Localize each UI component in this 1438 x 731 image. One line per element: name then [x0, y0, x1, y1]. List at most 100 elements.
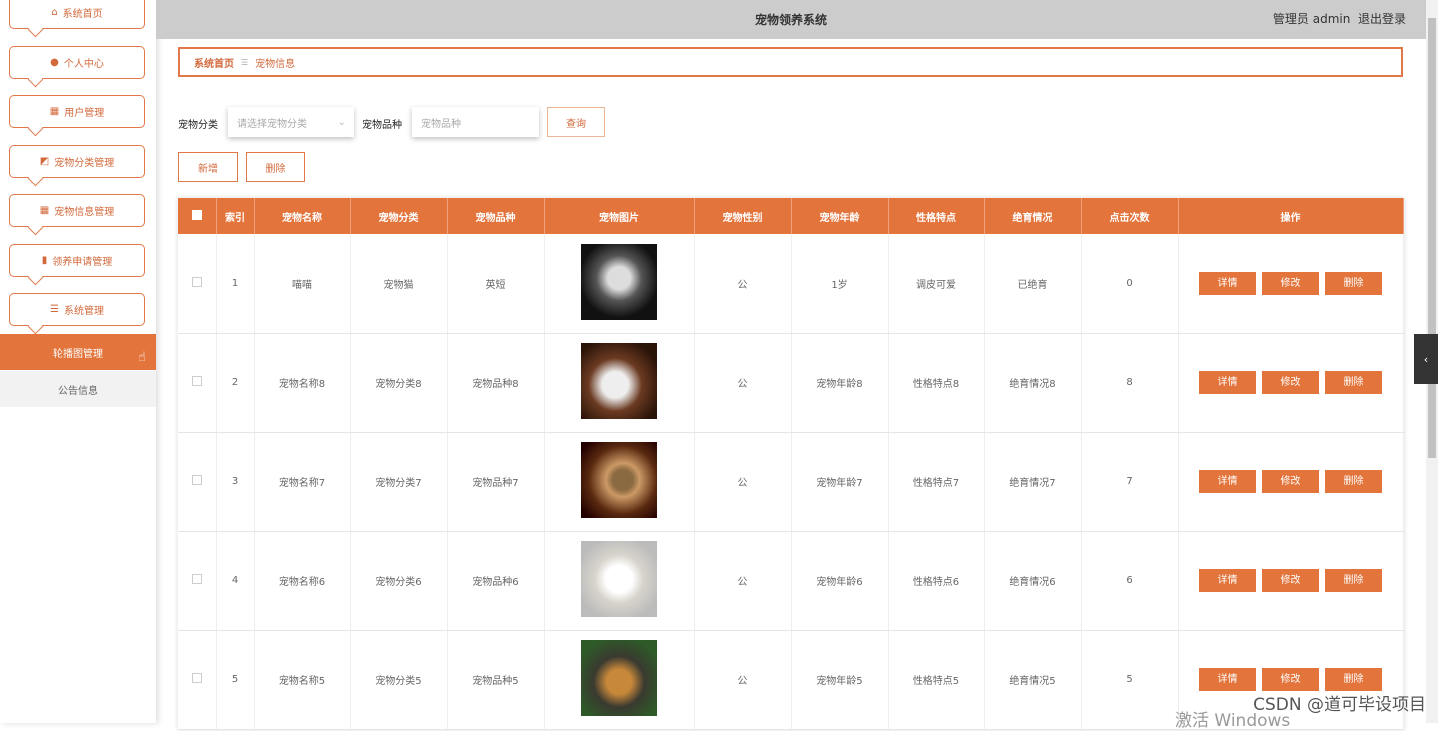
- sidebar-item-4[interactable]: ▦ 宠物信息管理: [9, 194, 145, 227]
- grid-icon: ▦: [49, 106, 60, 117]
- table-cell: 1岁: [791, 234, 889, 334]
- row-checkbox[interactable]: [178, 432, 217, 532]
- sub-item-label: 轮播图管理: [53, 348, 103, 360]
- table-cell: 公: [694, 333, 792, 433]
- breadcrumb-separator: ☰: [241, 57, 249, 67]
- select-all-checkbox[interactable]: [178, 198, 217, 234]
- detail-button[interactable]: 详情: [1199, 569, 1256, 592]
- bar-chart-icon: ▮: [41, 255, 48, 266]
- column-header: 宠物图片: [544, 198, 695, 234]
- row-checkbox[interactable]: [178, 630, 217, 730]
- sidebar-item-1[interactable]: ● 个人中心: [9, 46, 145, 79]
- category-select[interactable]: 请选择宠物分类 ⌄: [228, 107, 354, 137]
- breadcrumb: 系统首页 ☰ 宠物信息: [178, 47, 1403, 77]
- table-cell: 绝育情况7: [984, 432, 1082, 532]
- detail-button[interactable]: 详情: [1199, 371, 1256, 394]
- delete-button[interactable]: 删除: [1325, 668, 1382, 691]
- sidebar-item-6[interactable]: ☰ 系统管理: [9, 293, 145, 326]
- delete-button[interactable]: 删除: [1325, 371, 1382, 394]
- edit-button[interactable]: 修改: [1262, 569, 1319, 592]
- batch-delete-button[interactable]: 删除: [246, 152, 305, 182]
- table-cell: 1: [216, 234, 255, 334]
- chart-icon: ◩: [39, 156, 50, 167]
- actions-cell: 详情 修改 删除: [1178, 531, 1404, 631]
- sidebar: ⌂ 系统首页 ● 个人中心 ▦ 用户管理 ◩ 宠物分类管理 ▦ 宠物信息管理 ▮ 领养申请管理 ☰ 系统管…: [0, 0, 156, 723]
- chevron-left-icon[interactable]: ‹: [1414, 334, 1438, 384]
- table-cell: 宠物猫: [350, 234, 448, 334]
- column-header: 性格特点: [888, 198, 985, 234]
- query-button[interactable]: 查询: [547, 107, 605, 137]
- column-header: 宠物性别: [694, 198, 792, 234]
- sidebar-sub-item-active[interactable]: 轮播图管理 ☝: [0, 334, 156, 370]
- breadcrumb-current: 宠物信息: [255, 58, 296, 70]
- table-row: 3 宠物名称7 宠物分类7 宠物品种7 公宠物年龄7 性格特点7 绝育情况7 7 详情 修改 删除: [178, 432, 1404, 532]
- row-checkbox[interactable]: [178, 234, 217, 334]
- row-checkbox[interactable]: [178, 333, 217, 433]
- table-cell: 公: [694, 630, 792, 730]
- delete-button[interactable]: 删除: [1325, 470, 1382, 493]
- scrollbar-thumb[interactable]: [1428, 18, 1436, 458]
- edit-button[interactable]: 修改: [1262, 271, 1319, 295]
- pet-image-cell: [544, 630, 695, 730]
- watermark: CSDN @道可毕设项目: [1253, 695, 1426, 715]
- detail-button[interactable]: 详情: [1199, 271, 1256, 295]
- table-cell: 宠物品种5: [447, 630, 545, 730]
- sidebar-item-label: 系统首页: [62, 9, 103, 20]
- pet-table: 索引 宠物名称 宠物分类 宠物品种 宠物图片 宠物性别 宠物年龄 性格特点 绝育情况 点击次数 操作…: [178, 198, 1404, 730]
- table-cell: 喵喵: [254, 234, 351, 334]
- table-cell: 宠物年龄8: [791, 333, 889, 433]
- detail-button[interactable]: 详情: [1199, 470, 1256, 493]
- pet-image: [581, 343, 657, 419]
- app-title: 宠物领养系统: [754, 13, 827, 27]
- sidebar-item-label: 系统管理: [63, 306, 104, 317]
- sidebar-item-5[interactable]: ▮ 领养申请管理: [9, 244, 145, 277]
- column-header: 点击次数: [1081, 198, 1179, 234]
- category-label: 宠物分类: [178, 120, 218, 131]
- edit-button[interactable]: 修改: [1262, 668, 1319, 691]
- user-name: 管理员 admin: [1272, 12, 1351, 26]
- row-checkbox[interactable]: [178, 531, 217, 631]
- table-cell: 6: [1081, 531, 1179, 631]
- breed-placeholder: 宠物品种: [421, 118, 461, 130]
- table-cell: 公: [694, 531, 792, 631]
- breed-input[interactable]: 宠物品种: [412, 107, 539, 137]
- edit-button[interactable]: 修改: [1262, 470, 1319, 493]
- grid-icon: ▦: [39, 205, 50, 216]
- column-header: 绝育情况: [984, 198, 1082, 234]
- table-cell: 2: [216, 333, 255, 433]
- pet-image: [581, 442, 657, 518]
- column-header: 宠物分类: [350, 198, 448, 234]
- table-cell: 宠物年龄5: [791, 630, 889, 730]
- actions-cell: 详情 修改 删除: [1178, 234, 1404, 334]
- home-icon: ⌂: [51, 7, 58, 18]
- column-header: 宠物年龄: [791, 198, 889, 234]
- table-cell: 宠物名称8: [254, 333, 351, 433]
- column-header: 宠物品种: [447, 198, 545, 234]
- pet-image: [581, 640, 657, 716]
- pet-image-cell: [544, 432, 695, 532]
- top-bar: 宠物领养系统 管理员 admin 退出登录: [156, 0, 1426, 39]
- table-cell: 性格特点6: [888, 531, 985, 631]
- table-cell: 5: [1081, 630, 1179, 730]
- delete-button[interactable]: 删除: [1325, 271, 1382, 295]
- sidebar-item-3[interactable]: ◩ 宠物分类管理: [9, 145, 145, 178]
- column-header: 宠物名称: [254, 198, 351, 234]
- sidebar-item-label: 用户管理: [64, 108, 105, 119]
- detail-button[interactable]: 详情: [1199, 668, 1256, 691]
- table-cell: 宠物分类7: [350, 432, 448, 532]
- table-cell: 绝育情况8: [984, 333, 1082, 433]
- delete-button[interactable]: 删除: [1325, 569, 1382, 592]
- edit-button[interactable]: 修改: [1262, 371, 1319, 394]
- table-cell: 宠物名称7: [254, 432, 351, 532]
- table-cell: 宠物年龄6: [791, 531, 889, 631]
- sidebar-item-0[interactable]: ⌂ 系统首页: [9, 0, 145, 29]
- breed-label: 宠物品种: [362, 120, 402, 131]
- sidebar-item-2[interactable]: ▦ 用户管理: [9, 95, 145, 128]
- table-cell: 宠物品种6: [447, 531, 545, 631]
- breadcrumb-home[interactable]: 系统首页: [194, 55, 234, 70]
- add-button[interactable]: 新增: [178, 152, 238, 182]
- table-cell: 宠物年龄7: [791, 432, 889, 532]
- logout-link[interactable]: 退出登录: [1358, 12, 1406, 26]
- table-cell: 宠物品种7: [447, 432, 545, 532]
- sidebar-sub-item[interactable]: 公告信息: [0, 371, 156, 407]
